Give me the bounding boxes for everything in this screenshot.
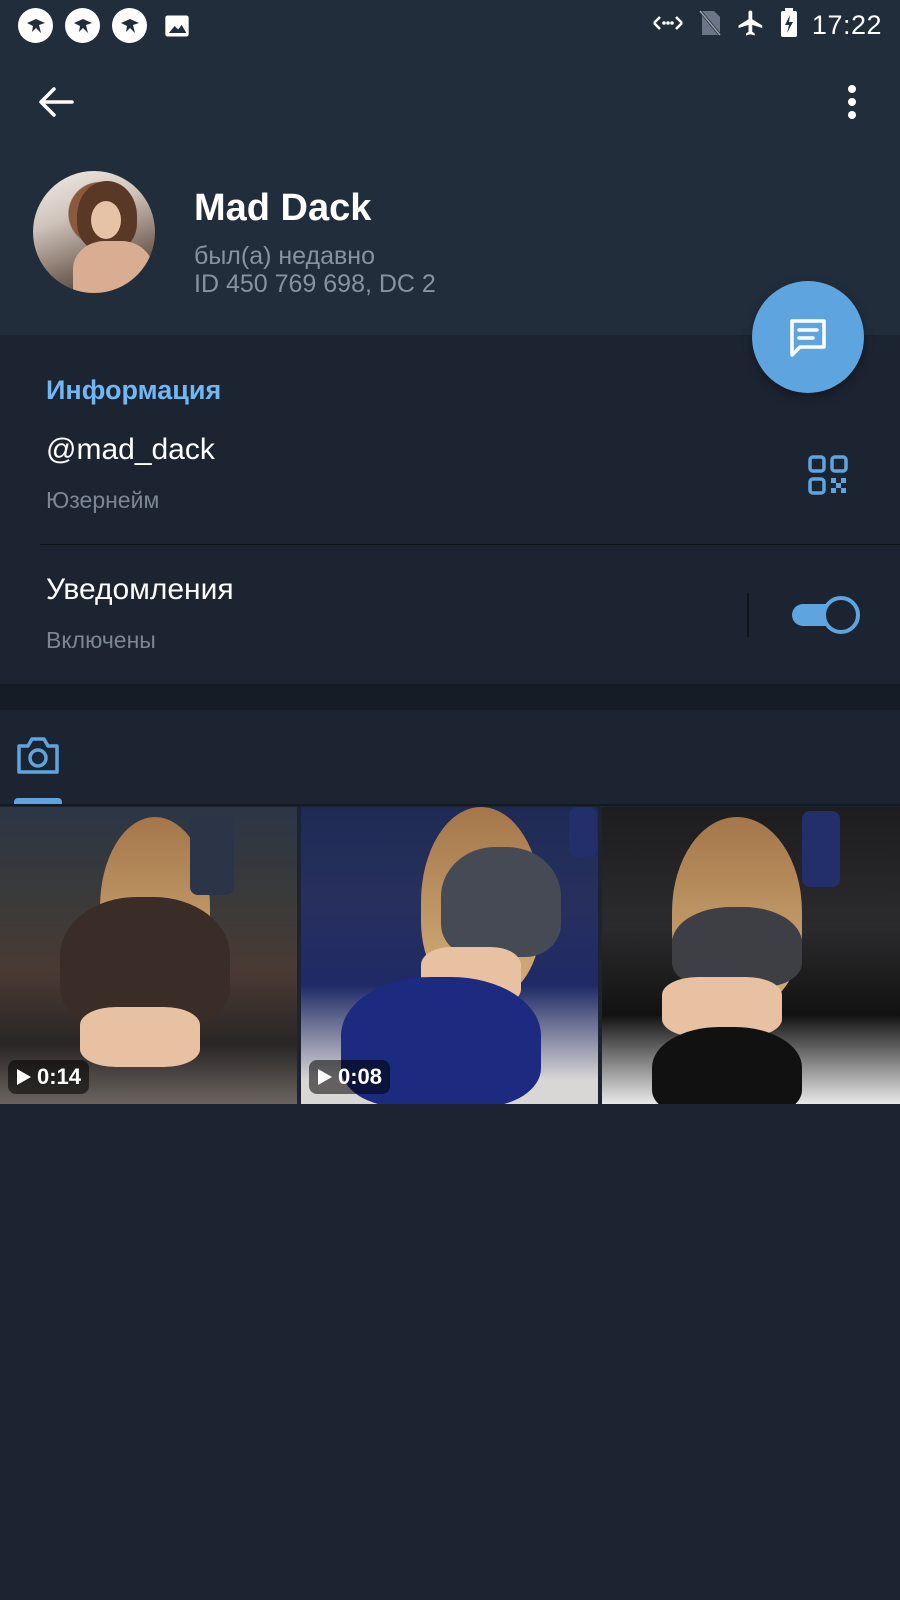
send-message-fab[interactable] — [752, 281, 864, 393]
tab-media[interactable] — [14, 734, 62, 804]
media-thumbnail[interactable]: 0:14 — [0, 807, 297, 1104]
more-vertical-icon — [848, 85, 856, 119]
video-duration-badge: 0:14 — [8, 1060, 90, 1094]
message-icon — [790, 319, 826, 357]
notification-icons — [18, 8, 194, 43]
app-notification-icon — [65, 8, 100, 43]
media-tabs — [0, 710, 900, 806]
section-title: Информация — [46, 375, 222, 405]
image-icon — [159, 8, 194, 43]
qr-code-icon — [808, 455, 848, 495]
video-duration: 0:08 — [338, 1064, 383, 1089]
notifications-toggle[interactable] — [790, 596, 860, 634]
arrow-left-icon — [39, 87, 74, 117]
section-separator — [0, 684, 900, 710]
qr-code-button[interactable] — [808, 455, 848, 495]
info-section: Информация @mad_dack Юзернейм Уведомлени… — [0, 337, 900, 684]
app-notification-icon — [112, 8, 147, 43]
play-icon — [17, 1069, 31, 1085]
video-duration-badge: 0:08 — [309, 1060, 391, 1094]
back-button[interactable] — [34, 80, 78, 124]
tabs-underline — [0, 804, 900, 806]
last-seen-status: был(а) недавно — [194, 242, 376, 270]
battery-charging-icon — [780, 7, 798, 43]
media-grid: 0:14 0:08 — [0, 807, 900, 1104]
app-notification-icon — [18, 8, 53, 43]
video-duration: 0:14 — [37, 1064, 82, 1089]
notifications-state-label: Включены — [46, 627, 156, 653]
username-value[interactable]: @mad_dack — [46, 433, 215, 467]
username-label: Юзернейм — [46, 487, 160, 513]
notifications-title[interactable]: Уведомления — [46, 573, 234, 607]
play-icon — [318, 1069, 332, 1085]
status-bar: 17:22 — [0, 0, 900, 50]
system-icons: 17:22 — [652, 6, 882, 44]
divider — [40, 544, 900, 545]
data-arrows-icon — [652, 12, 684, 39]
clock: 17:22 — [811, 9, 882, 40]
camera-icon — [17, 737, 59, 774]
airplane-icon — [736, 8, 766, 43]
media-thumbnail[interactable] — [602, 807, 900, 1104]
media-thumbnail[interactable]: 0:08 — [301, 807, 598, 1104]
toggle-knob — [822, 596, 860, 634]
vertical-divider — [747, 593, 749, 637]
profile-name: Mad Dack — [194, 187, 372, 229]
user-id-line: ID 450 769 698, DC 2 — [194, 270, 436, 298]
no-sim-icon — [698, 9, 722, 42]
more-options-button[interactable] — [832, 80, 872, 124]
avatar[interactable] — [33, 171, 155, 293]
